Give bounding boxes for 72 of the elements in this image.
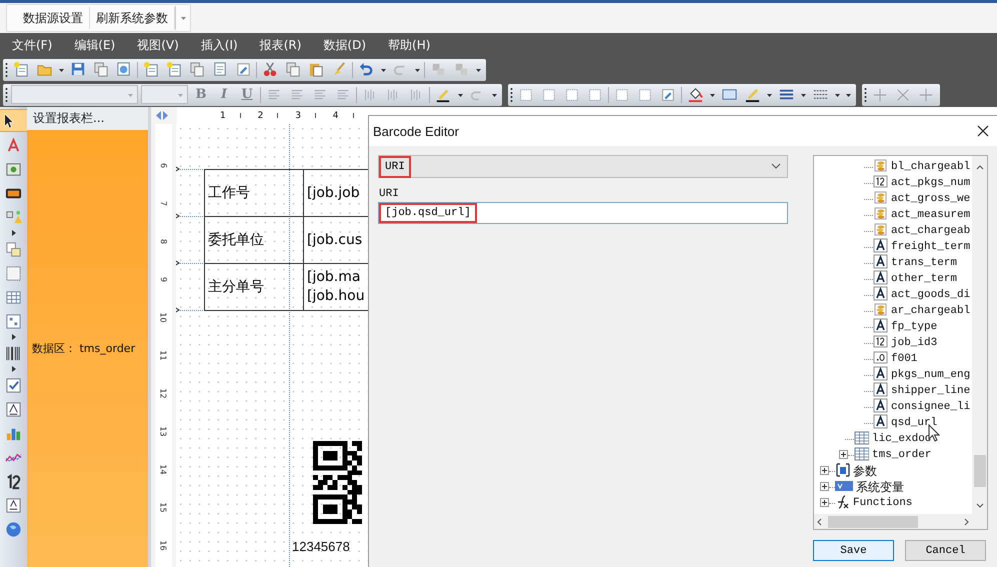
font-field[interactable]	[11, 85, 138, 104]
ruler-number: 6	[159, 162, 168, 168]
ruler-number: 9	[159, 276, 168, 282]
expand-arrow-icon[interactable]	[10, 230, 16, 236]
ruler-number: 11	[159, 350, 168, 360]
table-cell: 工作号	[204, 170, 304, 216]
ruler-number: 10	[159, 312, 168, 322]
tree-item[interactable]: freight_term	[888, 241, 970, 253]
tree-item[interactable]: act_measurem	[888, 209, 970, 221]
tree-item[interactable]: act_goods_di	[888, 289, 970, 301]
pointer-icon[interactable]	[0, 109, 28, 132]
ruler-number: 15	[159, 502, 168, 512]
ruler-number: 13	[159, 426, 168, 436]
barcode-caption: 12345678	[292, 539, 350, 554]
expand-icon[interactable]	[820, 480, 829, 494]
horizontal-scrollbar[interactable]	[814, 514, 972, 529]
menu-item[interactable]: 编辑(E)	[66, 36, 124, 54]
tree-item[interactable]: fp_type	[888, 321, 938, 333]
menu-item[interactable]: 文件(F)	[4, 36, 60, 54]
toolbar-button[interactable]: 刷新系统参数	[90, 7, 175, 29]
ruler-number: 4	[332, 110, 339, 120]
ruler-number: 1	[220, 110, 226, 120]
tree-item[interactable]: qsd_url	[888, 417, 938, 429]
vertical-scrollbar[interactable]	[972, 156, 987, 514]
ruler-number: 16	[159, 540, 168, 550]
tree-item[interactable]: ar_chargeabl	[888, 305, 970, 317]
tree-item[interactable]: Functions	[850, 497, 912, 509]
tree-item[interactable]: act_gross_we	[888, 193, 970, 205]
expand-arrow-icon[interactable]	[10, 334, 16, 340]
tree-item[interactable]: pkgs_num_eng	[888, 369, 970, 381]
expand-icon[interactable]	[839, 448, 848, 462]
ruler-number: 8	[159, 238, 168, 244]
menu-item[interactable]: 帮助(H)	[380, 36, 438, 54]
menu-item[interactable]: 报表(R)	[252, 36, 310, 54]
ruler-number: 12	[159, 388, 168, 398]
expand-arrow-icon[interactable]	[10, 366, 16, 372]
tree-item[interactable]: trans_term	[888, 257, 958, 269]
save-button[interactable]: Save	[813, 540, 894, 561]
table-cell: 委托单位	[204, 216, 304, 264]
menu-item[interactable]: 插入(I)	[192, 36, 246, 54]
tree-item[interactable]: other_term	[888, 273, 958, 285]
window-title: Barcode Editor	[373, 124, 459, 138]
menu-item[interactable]: 数据(D)	[315, 36, 374, 54]
ruler-number: 14	[159, 464, 168, 474]
expand-icon[interactable]	[820, 496, 829, 510]
toolbar-button[interactable]: 数据源设置	[17, 7, 90, 29]
ruler-number: 7	[159, 200, 168, 206]
tree-item[interactable]: act_chargeab	[888, 225, 970, 237]
barcode-type-select[interactable]: URI	[378, 155, 788, 178]
scrollbar-thumb[interactable]	[974, 455, 986, 487]
ruler-number: 3	[295, 110, 301, 120]
tree-item[interactable]: 系统变量	[853, 478, 904, 496]
input-field[interactable]: [job.qsd_url]	[378, 202, 788, 224]
tree-item[interactable]: f001	[888, 353, 918, 365]
tree-item[interactable]: tms_order	[869, 449, 932, 461]
tree-item[interactable]: lic_exdoc	[869, 433, 932, 445]
table-cell: 主分单号	[204, 264, 304, 310]
tree-item[interactable]: 参数	[850, 462, 877, 480]
band-label: 数据区： tms_order	[32, 341, 136, 356]
expand-icon[interactable]	[820, 464, 829, 478]
field-label: URI	[379, 188, 400, 200]
tree-item[interactable]: shipper_line	[888, 385, 970, 397]
ruler-number: 2	[258, 110, 264, 120]
tree-item[interactable]: job_id3	[888, 337, 938, 349]
cancel-button[interactable]: Cancel	[905, 540, 986, 561]
panel-header: 设置报表栏...	[27, 107, 148, 130]
tree-item[interactable]: bl_chargeabl	[888, 161, 970, 173]
tree-item[interactable]: act_pkgs_num	[888, 177, 970, 189]
tree-item[interactable]: consignee_li	[888, 401, 970, 413]
font-size-field[interactable]	[141, 85, 188, 104]
menu-item[interactable]: 视图(V)	[129, 36, 187, 54]
scrollbar-thumb[interactable]	[828, 516, 918, 528]
